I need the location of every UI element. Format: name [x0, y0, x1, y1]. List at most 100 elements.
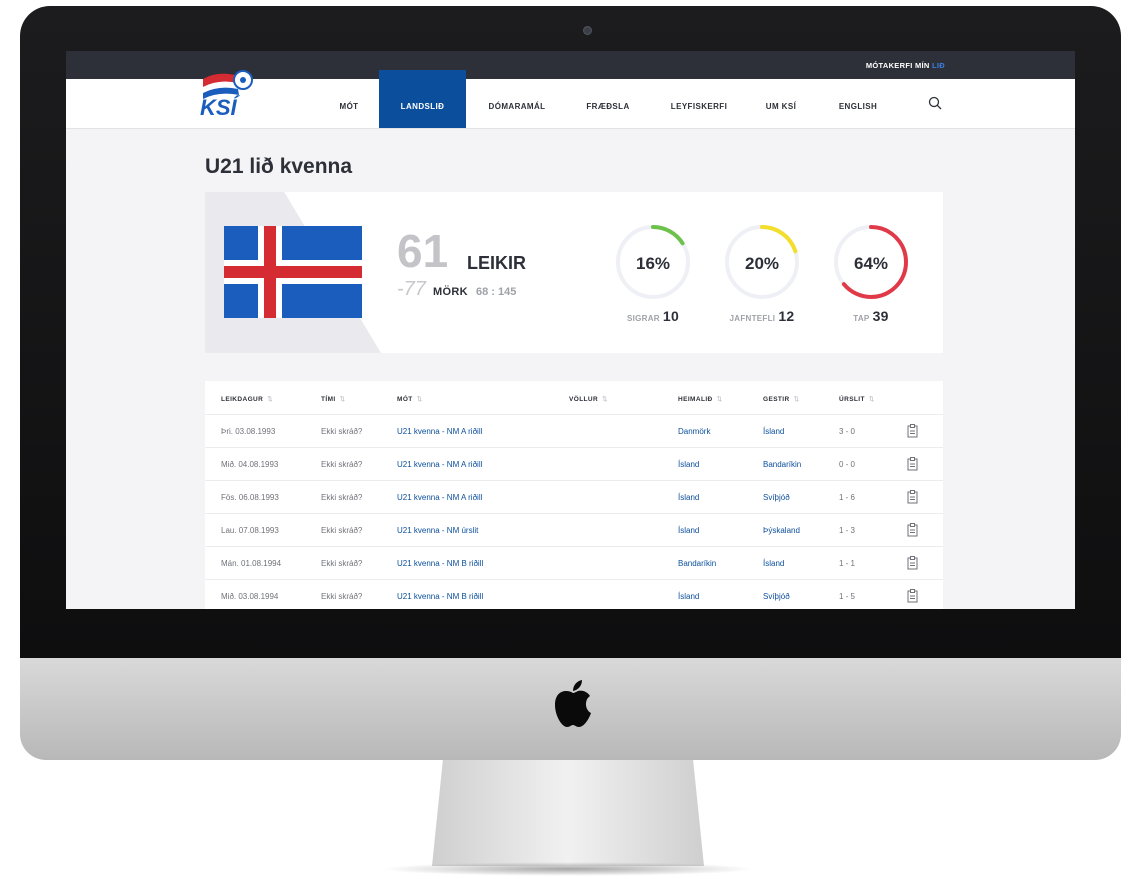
match-time: Ekki skráð?: [321, 493, 363, 502]
sort-icon: ⇅: [716, 396, 723, 403]
games-count: 61: [397, 225, 449, 277]
match-time: Ekki skráð?: [321, 526, 363, 535]
nav-item-um-ksi[interactable]: UM KSÍ: [757, 79, 805, 128]
draws-percent: 20%: [744, 254, 780, 273]
report-icon[interactable]: [907, 490, 918, 504]
report-icon[interactable]: [907, 424, 918, 438]
match-result: 3 - 0: [839, 427, 856, 436]
table-row: Lau. 07.08.1993 Ekki skráð? U21 kvenna -…: [205, 513, 943, 547]
match-date: Þri. 03.08.1993: [221, 427, 276, 436]
column-header-tournament-text: MÓT: [397, 396, 413, 403]
match-date: Fös. 06.08.1993: [221, 493, 279, 502]
match-tournament-link[interactable]: U21 kvenna - NM B riðill: [397, 592, 483, 601]
match-result: 0 - 0: [839, 460, 856, 469]
nav-item-mot[interactable]: MÓT: [330, 79, 368, 128]
match-date: Mið. 03.08.1994: [221, 592, 279, 601]
draws-label-text: JAFNTEFLI: [729, 314, 776, 323]
match-result: 1 - 5: [839, 592, 856, 601]
column-header-result[interactable]: ÚRSLIT ⇅: [839, 395, 875, 403]
column-header-away[interactable]: GESTIR ⇅: [763, 395, 799, 403]
table-row: Fös. 06.08.1993 Ekki skráð? U21 kvenna -…: [205, 480, 943, 514]
sort-icon: ⇅: [416, 396, 423, 403]
column-header-time-text: TÍMI: [321, 396, 336, 403]
nav-item-domaramal[interactable]: DÓMARAMÁL: [477, 79, 557, 128]
match-home-team-link[interactable]: Ísland: [678, 592, 699, 601]
match-away-team-link[interactable]: Ísland: [763, 559, 784, 568]
report-icon[interactable]: [907, 589, 918, 603]
draws-count: 12: [778, 308, 795, 324]
sort-icon: ⇅: [267, 396, 274, 403]
team-stats-card: 61 LEIKIR -77 MÖRK 68 : 145 16% SIGRAR 10…: [205, 192, 943, 353]
goal-difference: -77: [397, 278, 426, 300]
my-teams-link[interactable]: MÓTAKERFI MÍN LIÐ: [866, 61, 945, 70]
main-navigation: KSÍ MÓT LANDSLIÐ DÓMARAMÁL FRÆÐSLA LEYFI…: [66, 70, 1075, 129]
wins-percent: 16%: [635, 254, 671, 273]
goals-value: 68 : 145: [476, 286, 517, 298]
page-title: U21 lið kvenna: [205, 155, 353, 178]
wins-label-text: SIGRAR: [626, 314, 660, 323]
match-tournament-link[interactable]: U21 kvenna - NM A riðill: [397, 460, 482, 469]
nav-item-english[interactable]: ENGLISH: [828, 79, 888, 128]
column-header-date[interactable]: LEIKDAGUR ⇅: [221, 395, 273, 403]
match-tournament-link[interactable]: U21 kvenna - NM A riðill: [397, 493, 482, 502]
table-row: Mán. 01.08.1994 Ekki skráð? U21 kvenna -…: [205, 546, 943, 580]
column-header-tournament[interactable]: MÓT ⇅: [397, 395, 423, 403]
sort-icon: ⇅: [339, 396, 346, 403]
matches-table: LEIKDAGUR ⇅ TÍMI ⇅ MÓT ⇅ VÖLLUR ⇅ HEIMALIÐ ⇅ …: [205, 381, 943, 609]
report-icon[interactable]: [907, 556, 918, 570]
match-date: Mán. 01.08.1994: [221, 559, 282, 568]
losses-percent: 64%: [853, 254, 889, 273]
match-home-team-link[interactable]: Bandaríkin: [678, 559, 716, 568]
games-label: LEIKIR: [467, 253, 527, 273]
nav-item-fraedsla[interactable]: FRÆÐSLA: [577, 79, 639, 128]
my-teams-link-suffix: LIÐ: [932, 61, 945, 70]
sort-icon: ⇅: [793, 396, 800, 403]
column-header-home-text: HEIMALIÐ: [678, 396, 713, 403]
ksi-logo[interactable]: KSÍ: [197, 53, 257, 119]
column-header-time[interactable]: TÍMI ⇅: [321, 395, 345, 403]
match-home-team-link[interactable]: Ísland: [678, 526, 699, 535]
nav-item-leyfiskerfi[interactable]: LEYFISKERFI: [660, 79, 738, 128]
table-row: Mið. 03.08.1994 Ekki skráð? U21 kvenna -…: [205, 579, 943, 609]
match-away-team-link[interactable]: Svíþjóð: [763, 592, 790, 601]
iceland-flag: [224, 226, 362, 318]
report-icon[interactable]: [907, 457, 918, 471]
match-time: Ekki skráð?: [321, 559, 363, 568]
match-away-team-link[interactable]: Þýskaland: [763, 526, 800, 535]
column-header-venue[interactable]: VÖLLUR ⇅: [569, 395, 608, 403]
match-result: 1 - 1: [839, 559, 856, 568]
report-icon[interactable]: [907, 523, 918, 537]
column-header-home[interactable]: HEIMALIÐ ⇅: [678, 395, 722, 403]
table-row: Þri. 03.08.1993 Ekki skráð? U21 kvenna -…: [205, 414, 943, 448]
match-date: Mið. 04.08.1993: [221, 460, 279, 469]
match-tournament-link[interactable]: U21 kvenna - NM úrslit: [397, 526, 478, 535]
wins-label: SIGRAR 10: [598, 308, 708, 324]
match-time: Ekki skráð?: [321, 427, 363, 436]
match-time: Ekki skráð?: [321, 592, 363, 601]
match-away-team-link[interactable]: Bandaríkin: [763, 460, 801, 469]
monitor-stand: [432, 760, 704, 866]
match-tournament-link[interactable]: U21 kvenna - NM B riðill: [397, 559, 483, 568]
match-date: Lau. 07.08.1993: [221, 526, 279, 535]
match-home-team-link[interactable]: Ísland: [678, 460, 699, 469]
losses-label: TAP 39: [816, 308, 926, 324]
goals-label: MÖRK: [433, 286, 468, 298]
draws-label: JAFNTEFLI 12: [707, 308, 817, 324]
column-header-result-text: ÚRSLIT: [839, 396, 865, 403]
camera-icon: [583, 26, 592, 35]
browser-screen: MÓTAKERFI MÍN LIÐ KSÍ MÓT LANDSLIÐ DÓMAR…: [66, 51, 1075, 609]
wins-count: 10: [662, 308, 680, 324]
ksi-logo-text: KSÍ: [200, 95, 241, 119]
nav-item-landslid[interactable]: LANDSLIÐ: [379, 70, 466, 128]
match-away-team-link[interactable]: Svíþjóð: [763, 493, 790, 502]
search-icon[interactable]: [928, 96, 942, 110]
match-result: 1 - 3: [839, 526, 856, 535]
match-home-team-link[interactable]: Ísland: [678, 493, 699, 502]
losses-label-text: TAP: [853, 314, 870, 323]
sort-icon: ⇅: [868, 396, 875, 403]
match-away-team-link[interactable]: Ísland: [763, 427, 784, 436]
match-time: Ekki skráð?: [321, 460, 363, 469]
match-tournament-link[interactable]: U21 kvenna - NM A riðill: [397, 427, 482, 436]
match-home-team-link[interactable]: Danmörk: [678, 427, 710, 436]
table-row: Mið. 04.08.1993 Ekki skráð? U21 kvenna -…: [205, 447, 943, 481]
